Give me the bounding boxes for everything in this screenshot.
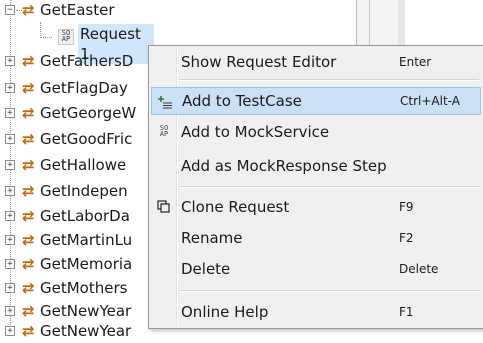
expand-toggle-icon[interactable]: + <box>5 306 15 316</box>
tree-node-request-1[interactable]: SO AP Request 1 <box>0 24 360 64</box>
operation-icon: ⇄ <box>22 79 35 97</box>
tree-node-label: GetMemoria <box>40 255 133 273</box>
menu-item-add-to-mockservice[interactable]: SO AP Add to MockService <box>151 118 481 146</box>
operation-icon: ⇄ <box>22 279 35 297</box>
menu-item-label: Show Request Editor <box>181 53 337 71</box>
expand-toggle-icon[interactable]: + <box>5 83 15 93</box>
operation-icon: ⇄ <box>22 1 35 19</box>
menu-item-shortcut: Enter <box>399 55 432 69</box>
tree-node-label: GetNewYear <box>40 322 132 340</box>
menu-item-shortcut: F1 <box>399 305 414 319</box>
tree-connector <box>40 37 52 38</box>
menu-item-show-request-editor[interactable]: Show Request Editor Enter <box>151 48 481 76</box>
tree-node-label: GetGoodFric <box>40 130 133 148</box>
menu-item-shortcut: Delete <box>399 262 439 276</box>
tree-node-label: GetHallowe <box>40 156 127 174</box>
menu-item-online-help[interactable]: Online Help F1 <box>151 298 481 326</box>
menu-item-add-to-testcase[interactable]: Add to TestCase Ctrl+Alt-A <box>151 87 481 115</box>
expand-toggle-icon[interactable]: + <box>5 160 15 170</box>
menu-item-label: Rename <box>181 229 243 247</box>
tree-node-label: GetFathersD <box>40 52 134 70</box>
operation-icon: ⇄ <box>22 130 35 148</box>
operation-icon: ⇄ <box>22 182 35 200</box>
operation-icon: ⇄ <box>22 231 35 249</box>
tree-node-label: GetIndepen <box>40 182 128 200</box>
menu-item-add-as-mockresponse-step[interactable]: Add as MockResponse Step <box>151 152 481 180</box>
menu-item-label: Clone Request <box>181 198 290 216</box>
clone-icon <box>157 200 171 214</box>
tree-node-label: GetMartinLu <box>40 231 133 249</box>
soap-icon: SO AP <box>159 124 169 138</box>
menu-item-label: Add to TestCase <box>182 92 302 110</box>
expand-toggle-icon[interactable]: + <box>5 56 15 66</box>
menu-separator <box>179 186 479 188</box>
menu-item-shortcut: F2 <box>399 231 414 245</box>
menu-item-delete[interactable]: Delete Delete <box>151 255 481 283</box>
expand-toggle-icon[interactable]: + <box>5 283 15 293</box>
context-menu: Show Request Editor Enter Add to TestCas… <box>148 45 483 329</box>
add-to-testcase-icon <box>158 95 172 109</box>
tree-node-label: GetMothers <box>40 279 128 297</box>
expand-toggle-icon[interactable]: + <box>5 235 15 245</box>
tree-node-label: GetFlagDay <box>40 79 128 97</box>
operation-icon: ⇄ <box>22 207 35 225</box>
operation-icon: ⇄ <box>22 255 35 273</box>
tree-node-label: GetGeorgeW <box>40 104 137 122</box>
expand-toggle-icon[interactable]: + <box>5 108 15 118</box>
tree-node-label: GetEaster <box>40 1 115 19</box>
expand-toggle-icon[interactable]: + <box>5 259 15 269</box>
expand-toggle-icon[interactable]: + <box>5 134 15 144</box>
expand-toggle-icon[interactable]: + <box>5 211 15 221</box>
operation-icon: ⇄ <box>22 104 35 122</box>
tree-node-label: GetNewYear <box>40 302 132 320</box>
menu-item-rename[interactable]: Rename F2 <box>151 224 481 252</box>
expand-toggle-icon[interactable]: + <box>5 326 15 336</box>
operation-icon: ⇄ <box>22 322 35 340</box>
operation-icon: ⇄ <box>22 156 35 174</box>
tree-node-label: GetLaborDa <box>40 207 130 225</box>
operation-icon: ⇄ <box>22 302 35 320</box>
menu-item-label: Online Help <box>181 303 269 321</box>
menu-item-shortcut: F9 <box>399 200 414 214</box>
menu-separator <box>179 79 479 81</box>
soap-request-icon: SO AP <box>58 29 74 45</box>
menu-separator <box>179 290 479 292</box>
collapse-toggle-icon[interactable]: − <box>5 5 15 15</box>
tree-node-geteaster[interactable]: − ⇄ GetEaster <box>0 0 360 22</box>
menu-item-label: Add to MockService <box>181 123 330 141</box>
menu-item-label: Delete <box>181 260 231 278</box>
operation-icon: ⇄ <box>22 52 35 70</box>
menu-item-clone-request[interactable]: Clone Request F9 <box>151 193 481 221</box>
menu-item-shortcut: Ctrl+Alt-A <box>400 94 460 108</box>
expand-toggle-icon[interactable]: + <box>5 186 15 196</box>
menu-item-label: Add as MockResponse Step <box>181 157 387 175</box>
